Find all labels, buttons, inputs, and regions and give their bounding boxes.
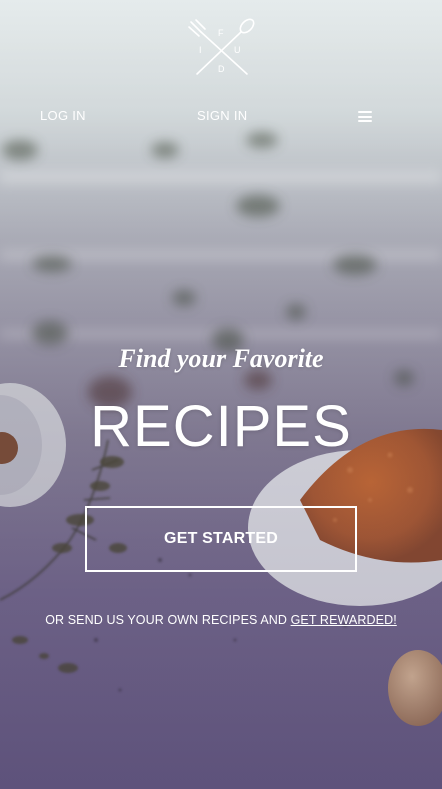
rewards-text: OR SEND US YOUR OWN RECIPES AND [45, 613, 288, 627]
hero-tagline: Find your Favorite [118, 344, 324, 373]
logo-letter-i: I [199, 45, 202, 55]
fork-spoon-logo-icon: F I U D [188, 18, 255, 75]
brand-logo[interactable]: F I U D [187, 18, 257, 80]
rewards-message: OR SEND US YOUR OWN RECIPES AND GET REWA… [0, 613, 442, 627]
hamburger-menu-icon[interactable] [358, 111, 372, 122]
top-nav: LOG IN SIGN IN [0, 106, 442, 128]
login-link[interactable]: LOG IN [40, 108, 86, 123]
logo-letter-u: U [234, 45, 241, 55]
logo-letter-d: D [218, 64, 225, 74]
get-started-label: GET STARTED [164, 530, 278, 547]
logo-letter-f: F [218, 28, 224, 38]
get-started-button[interactable]: GET STARTED [85, 506, 357, 572]
signin-link[interactable]: SIGN IN [197, 108, 248, 123]
hero-headline: RECIPES [90, 394, 352, 459]
get-rewarded-link[interactable]: GET REWARDED! [291, 613, 397, 627]
